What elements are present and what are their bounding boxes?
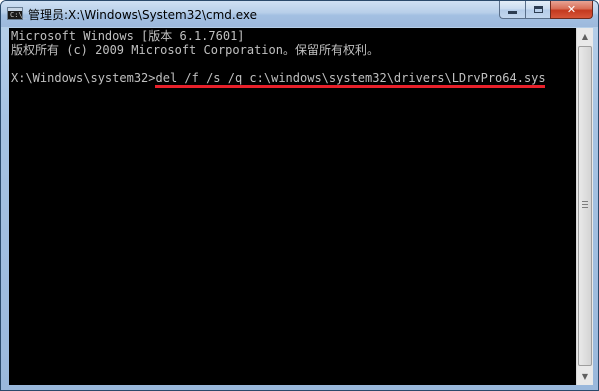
- thumb-grip-line: [582, 207, 588, 208]
- console-line-copyright: 版权所有 (c) 2009 Microsoft Corporation。保留所有…: [11, 43, 379, 57]
- title-bar[interactable]: C:\_ 管理员:X:\Windows\System32\cmd.exe ✕: [1, 1, 598, 27]
- console-output[interactable]: Microsoft Windows [版本 6.1.7601] 版权所有 (c)…: [9, 28, 576, 385]
- console-prompt: X:\Windows\system32>: [11, 71, 156, 85]
- scrollbar-thumb[interactable]: [578, 46, 592, 366]
- scroll-up-button[interactable]: ▲: [577, 28, 593, 45]
- thumb-grip-line: [582, 204, 588, 205]
- close-icon: ✕: [566, 3, 577, 16]
- console-line-version: Microsoft Windows [版本 6.1.7601]: [11, 29, 245, 43]
- scroll-up-icon: ▲: [581, 32, 589, 41]
- maximize-icon: [533, 6, 543, 13]
- console-command-line: X:\Windows\system32>del /f /s /q c:\wind…: [11, 71, 546, 85]
- console-command: del /f /s /q c:\windows\system32\drivers…: [155, 71, 546, 85]
- caption-buttons: ✕: [499, 1, 593, 20]
- window-title: 管理员:X:\Windows\System32\cmd.exe: [28, 8, 258, 22]
- close-button[interactable]: ✕: [550, 1, 593, 19]
- vertical-scrollbar[interactable]: ▲ ▼: [576, 28, 593, 385]
- scroll-down-button[interactable]: ▼: [577, 368, 593, 385]
- minimize-icon: [508, 11, 517, 14]
- cmd-window: C:\_ 管理员:X:\Windows\System32\cmd.exe ✕ M…: [0, 0, 599, 391]
- cmd-icon[interactable]: C:\_: [7, 7, 27, 20]
- minimize-button[interactable]: [499, 1, 525, 19]
- cmd-icon-text: C:\_: [10, 11, 27, 19]
- thumb-grip-line: [582, 201, 588, 202]
- scroll-down-icon: ▼: [581, 372, 589, 381]
- command-highlight-underline: [155, 85, 545, 88]
- maximize-button[interactable]: [525, 1, 550, 19]
